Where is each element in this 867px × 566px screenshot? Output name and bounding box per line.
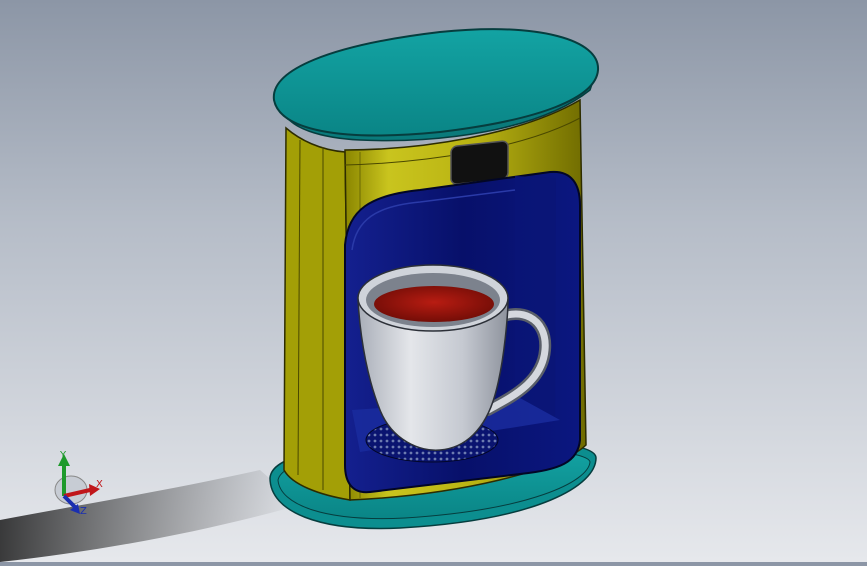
- cad-viewport[interactable]: Y X Z: [0, 0, 867, 562]
- z-axis-label: Z: [80, 506, 87, 517]
- model-canvas: Y X Z: [0, 28, 600, 562]
- coffee-liquid: [374, 286, 494, 322]
- cast-shadow: [0, 470, 300, 562]
- x-axis-label: X: [96, 479, 103, 490]
- y-axis-label: Y: [59, 450, 67, 461]
